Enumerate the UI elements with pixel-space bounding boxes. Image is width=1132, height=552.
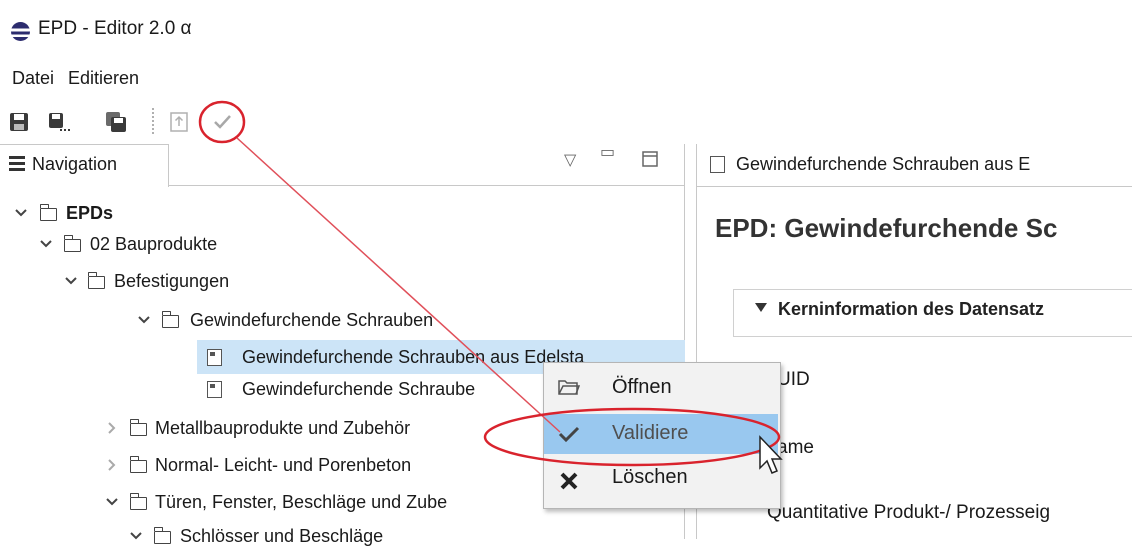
tree-item-label: Metallbauprodukte und Zubehör bbox=[155, 418, 411, 438]
folder-icon bbox=[39, 204, 57, 221]
menu-datei[interactable]: Datei bbox=[12, 68, 54, 89]
chevron-down-icon[interactable] bbox=[39, 237, 53, 251]
section-collapse-arrow-icon[interactable] bbox=[755, 303, 767, 312]
chevron-down-icon[interactable] bbox=[137, 313, 151, 327]
field-label-uid: UID bbox=[777, 369, 810, 390]
toolbar-separator bbox=[152, 108, 154, 134]
window-title: EPD - Editor 2.0 α bbox=[38, 18, 192, 39]
section-title: Kerninformation des Datensatz bbox=[778, 299, 1045, 319]
menu-editieren[interactable]: Editieren bbox=[68, 68, 139, 89]
tree-item-epds[interactable]: EPDs bbox=[0, 197, 680, 229]
tree-item-label: Normal- Leicht- und Porenbeton bbox=[155, 455, 412, 475]
tree-item-label: Gewindefurchende Schrauben aus Edelsta bbox=[242, 347, 585, 367]
document-icon bbox=[207, 349, 222, 366]
document-icon bbox=[710, 156, 725, 173]
tree-item-tueren-fenster[interactable]: Türen, Fenster, Beschläge und Zube bbox=[0, 486, 540, 518]
save-as-icon[interactable] bbox=[46, 110, 70, 134]
folder-icon bbox=[129, 456, 147, 473]
tree-item-metallbauprodukte[interactable]: Metallbauprodukte und Zubehör bbox=[0, 412, 540, 444]
folder-icon bbox=[87, 272, 105, 289]
tree-item-label: 02 Bauprodukte bbox=[90, 234, 218, 254]
export-icon[interactable] bbox=[167, 110, 191, 134]
folder-icon bbox=[153, 527, 171, 544]
chevron-right-icon[interactable] bbox=[105, 421, 119, 435]
context-menu-item-validiere[interactable]: Validiere bbox=[544, 414, 778, 454]
eclipse-app-icon bbox=[11, 22, 30, 41]
maximize-icon[interactable] bbox=[642, 151, 658, 167]
tree-item-label: Befestigungen bbox=[114, 271, 230, 291]
field-label-name: ame bbox=[777, 437, 814, 458]
tree-item-label: Schlösser und Beschläge bbox=[180, 526, 384, 546]
validate-icon[interactable] bbox=[210, 110, 234, 134]
tree-item-02-bauprodukte[interactable]: 02 Bauprodukte bbox=[0, 228, 680, 260]
context-menu-item-oeffnen[interactable]: Öffnen bbox=[544, 368, 778, 408]
view-menu-chevron-icon[interactable]: ▽ bbox=[564, 150, 576, 170]
navigation-menu-icon bbox=[9, 156, 25, 172]
save-all-icon[interactable] bbox=[104, 110, 128, 134]
chevron-down-icon[interactable] bbox=[105, 495, 119, 509]
tree-item-schloesser[interactable]: Schlösser und Beschläge bbox=[0, 520, 540, 552]
folder-icon bbox=[63, 235, 81, 252]
navigation-tab-label: Navigation bbox=[32, 154, 118, 174]
tree-item-label: Türen, Fenster, Beschläge und Zube bbox=[155, 492, 448, 512]
delete-x-icon bbox=[560, 472, 578, 490]
chevron-down-icon[interactable] bbox=[129, 529, 143, 543]
context-menu-label: Öffnen bbox=[612, 376, 672, 398]
chevron-right-icon[interactable] bbox=[105, 458, 119, 472]
document-icon bbox=[207, 381, 222, 398]
save-icon[interactable] bbox=[7, 110, 31, 134]
tree-item-epd[interactable]: Gewindefurchende Schraube bbox=[197, 373, 537, 405]
minimize-icon[interactable]: ▭ bbox=[600, 142, 615, 162]
chevron-down-icon[interactable] bbox=[14, 206, 28, 220]
tree-item-befestigungen[interactable]: Befestigungen bbox=[0, 265, 680, 297]
tree-item-label: Gewindefurchende Schraube bbox=[242, 379, 476, 399]
field-label-quantitative: Quantitative Produkt-/ Prozesseig bbox=[767, 502, 1051, 523]
tree-item-gewindefurchende-schrauben[interactable]: Gewindefurchende Schrauben bbox=[0, 304, 680, 336]
tab-bar-divider bbox=[168, 185, 684, 186]
check-icon bbox=[558, 426, 580, 443]
tree-item-label: Gewindefurchende Schrauben bbox=[190, 310, 434, 330]
tree-item-normal-leicht-porenbeton[interactable]: Normal- Leicht- und Porenbeton bbox=[0, 449, 540, 481]
chevron-down-icon[interactable] bbox=[64, 274, 78, 288]
folder-icon bbox=[129, 493, 147, 510]
folder-icon bbox=[161, 311, 179, 328]
context-menu-label: Validiere bbox=[612, 422, 689, 444]
folder-open-icon bbox=[558, 380, 580, 395]
context-menu-item-loeschen[interactable]: Löschen bbox=[544, 460, 778, 500]
context-menu-label: Löschen bbox=[612, 466, 688, 488]
folder-icon bbox=[129, 419, 147, 436]
editor-tab-label: Gewindefurchende Schrauben aus E bbox=[736, 154, 1031, 174]
tree-item-label: EPDs bbox=[66, 203, 114, 223]
editor-heading: EPD: Gewindefurchende Sc bbox=[715, 213, 1058, 243]
